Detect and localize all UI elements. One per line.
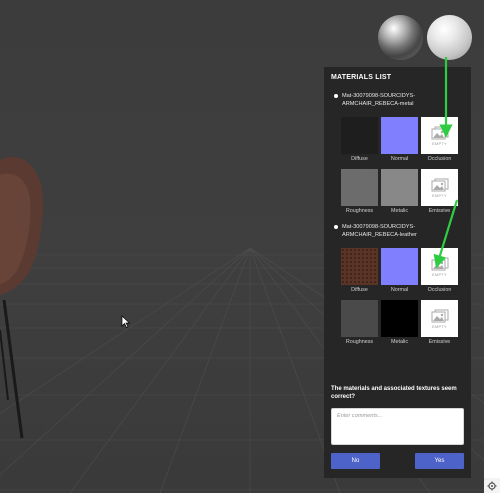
texture-label: Metalic (390, 339, 409, 345)
texture-label: Roughness (345, 208, 374, 214)
review-question: The materials and associated textures se… (331, 386, 457, 400)
armchair-model[interactable] (0, 0, 80, 493)
empty-text: EMPTY (432, 140, 447, 146)
texture-tile-roughness[interactable] (341, 300, 378, 337)
texture-label: Emissive (428, 208, 451, 214)
texture-label: Diffuse (351, 287, 368, 293)
texture-tile-diffuse[interactable] (341, 117, 378, 154)
texture-tile-metalic[interactable] (381, 169, 418, 206)
matte-material-sphere[interactable] (427, 15, 472, 60)
texture-tile-diffuse[interactable] (341, 248, 378, 285)
gear-icon (487, 481, 497, 490)
glass-material-sphere[interactable] (378, 15, 423, 60)
texture-label: Metalic (390, 208, 409, 214)
empty-text: EMPTY (432, 271, 447, 277)
empty-text: EMPTY (432, 192, 447, 198)
material-item-metal[interactable]: Mat-30079098-SOURCIDYS-ARMCHAIR_REBECA-m… (334, 92, 466, 108)
no-button[interactable]: No (331, 453, 380, 469)
texture-label: Normal (390, 156, 409, 162)
texture-label: Diffuse (351, 156, 368, 162)
texture-tile-normal[interactable] (381, 248, 418, 285)
material-name: Mat-30079098-SOURCIDYS-ARMCHAIR_REBECA-l… (342, 224, 417, 238)
scrollbar[interactable] (484, 0, 500, 493)
image-placeholder-icon (431, 126, 448, 139)
image-placeholder-icon (431, 178, 448, 191)
material-item-leather[interactable]: Mat-30079098-SOURCIDYS-ARMCHAIR_REBECA-l… (334, 223, 466, 239)
mouse-pointer-icon (121, 315, 131, 328)
texture-label: Occlusion (427, 156, 452, 162)
texture-tile-metalic[interactable] (381, 300, 418, 337)
texture-label: Emissive (428, 339, 451, 345)
texture-label: Normal (390, 287, 409, 293)
comments-field[interactable] (331, 408, 464, 445)
radio-dot-icon (334, 225, 338, 229)
texture-tile-normal[interactable] (381, 117, 418, 154)
settings-button[interactable] (484, 478, 500, 493)
texture-tile-occlusion-empty[interactable]: EMPTY (421, 248, 458, 285)
texture-label: Occlusion (427, 287, 452, 293)
texture-label: Roughness (345, 339, 374, 345)
panel-title: MATERIALS LIST (331, 74, 392, 81)
texture-tile-roughness[interactable] (341, 169, 378, 206)
texture-tile-occlusion-empty[interactable]: EMPTY (421, 117, 458, 154)
image-placeholder-icon (431, 257, 448, 270)
radio-dot-icon (334, 94, 338, 98)
empty-text: EMPTY (432, 323, 447, 329)
materials-list-panel: MATERIALS LIST Mat-30079098-SOURCIDYS-AR… (324, 67, 471, 478)
image-placeholder-icon (431, 309, 448, 322)
yes-button[interactable]: Yes (415, 453, 464, 469)
texture-tile-emissive-empty[interactable]: EMPTY (421, 169, 458, 206)
texture-tile-emissive-empty[interactable]: EMPTY (421, 300, 458, 337)
material-name: Mat-30079098-SOURCIDYS-ARMCHAIR_REBECA-m… (342, 93, 416, 107)
